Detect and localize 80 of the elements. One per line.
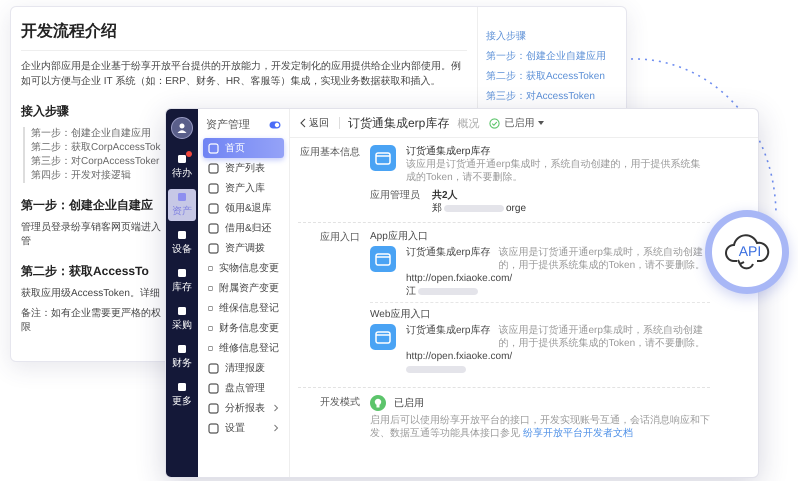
section-heading: 接入步骤 [21, 103, 70, 120]
entry-url: http://open.fxiaoke.com/ [406, 350, 514, 363]
menu-item-icon [208, 362, 219, 374]
menu-item-icon [208, 422, 219, 434]
document-title: 开发流程介绍 [21, 21, 118, 42]
menu-item[interactable]: 设置 [203, 418, 284, 438]
redacted-start: 江 [406, 285, 416, 298]
check-circle-icon [489, 118, 500, 128]
menu-item-icon [208, 242, 219, 254]
menu-item[interactable]: 资产调拨 [203, 238, 284, 258]
section-heading: 第一步：创建企业自建应 [21, 197, 154, 214]
paragraph: 获取应用级AccessToken。详细 [21, 287, 161, 301]
menu-item[interactable]: 财务信息变更 [203, 318, 284, 338]
entry-title: Web应用入口 [370, 308, 432, 321]
api-label: API [738, 243, 762, 259]
avatar-icon[interactable] [171, 117, 193, 139]
app-description: 该应用是订货通开通erp集成时，系统自动创建的，用于提供系统集成的Token，请不要删除。 [498, 324, 706, 350]
chevron-left-icon [300, 118, 306, 128]
app-title: 订货通集成erp库存 [348, 114, 450, 132]
app-name: 订货通集成erp库存 [406, 145, 492, 158]
rail-item[interactable]: 采购 [168, 303, 196, 335]
entry-title: App应用入口 [370, 230, 429, 243]
menu-item[interactable]: 附属资产变更 [203, 278, 284, 298]
back-button[interactable]: 返回 [298, 114, 331, 132]
admin-name-end: orge [506, 202, 526, 215]
dev-description: 启用后可以使用纷享开放平台的接口，开发实现账号互通，会话消息响应和下发、数据互通等功能具体接口参见 纷享开放平台开发者文档 [370, 414, 710, 440]
intro-paragraph: 企业内部应用是企业基于纷享开放平台提供的开放能力，开发定制化的应用提供给企业内部使用。例如可以方便与企业 IT 系统（如：ERP、财务、HR、客服等）集成，实现业务数据获取和插入。 [21, 60, 462, 89]
step-text: 第二步：获取CorpAccessTok [31, 141, 161, 155]
field-label: 开发模式 [319, 396, 360, 410]
menu-item-icon [208, 222, 219, 234]
admin-count: 共2人 [432, 189, 459, 202]
cloud-sync-icon [723, 233, 771, 271]
rail-item[interactable]: 更多 [168, 379, 196, 411]
step-text: 第一步：创建企业自建应用 [31, 127, 152, 141]
app-logo-icon [370, 324, 396, 350]
app-logo-icon [370, 145, 396, 171]
rail-item[interactable]: 库存 [168, 265, 196, 297]
rail-item[interactable]: 设备 [168, 227, 196, 259]
menu-item[interactable]: 资产列表 [203, 158, 284, 178]
menu-item[interactable]: 盘点管理 [203, 378, 284, 398]
menu-item[interactable]: 资产入库 [203, 178, 284, 198]
menu-item[interactable]: 实物信息变更 [203, 258, 284, 278]
bulb-icon [370, 395, 386, 411]
app-name: 订货通集成erp库存 [406, 324, 490, 337]
field-label: 应用管理员 [370, 189, 420, 203]
app-description: 该应用是订货通开通erp集成时，系统自动创建的，用于提供系统集成的Token，请不要删除。 [406, 158, 702, 184]
paragraph: 备注：如有企业需要更严格的权限 [21, 307, 161, 335]
field-label: 应用基本信息 [299, 146, 360, 160]
menu-item-icon [208, 382, 219, 394]
entry-url: http://open.fxiaoke.com/ [406, 272, 514, 285]
status-dropdown[interactable]: 已启用 [487, 114, 546, 132]
caret-icon [538, 121, 544, 125]
redacted-blur [406, 366, 466, 373]
menu-item[interactable]: 分析报表 [203, 398, 284, 418]
app-description: 该应用是订货通开通erp集成时，系统自动创建的，用于提供系统集成的Token，请不要删除。 [498, 246, 706, 272]
section-heading: 第二步：获取AccessTo [21, 263, 150, 280]
menu-item-icon [208, 142, 219, 154]
redacted-blur [444, 205, 504, 212]
rail-item[interactable]: 财务 [168, 341, 196, 373]
toggle-icon[interactable] [269, 120, 281, 128]
menu-item-icon [208, 162, 219, 174]
app-logo-icon [370, 246, 396, 272]
step-text: 第四步：开发对接逻辑 [31, 169, 132, 183]
menu-item-icon [208, 182, 219, 194]
app-name: 订货通集成erp库存 [406, 246, 490, 259]
menu-item[interactable]: 维保信息登记 [203, 298, 284, 318]
menu-item[interactable]: 清理报废 [203, 358, 284, 378]
menu-item-icon [208, 202, 219, 214]
menu-title: 资产管理 [206, 118, 250, 132]
dev-status: 已启用 [394, 396, 424, 410]
rail-item[interactable]: 待办 [168, 151, 196, 183]
paragraph: 管理员登录纷享销客网页端进入管 [21, 221, 161, 249]
field-label: 应用入口 [319, 230, 360, 245]
redacted-blur [418, 288, 478, 295]
menu-item[interactable]: 借用&归还 [203, 218, 284, 238]
menu-item-icon [208, 402, 219, 414]
menu-item[interactable]: 领用&退库 [203, 198, 284, 218]
step-text: 第三步：对CorpAccessToker [31, 155, 160, 169]
admin-name-start: 郑 [432, 202, 442, 215]
menu-item[interactable]: 维修信息登记 [203, 338, 284, 358]
